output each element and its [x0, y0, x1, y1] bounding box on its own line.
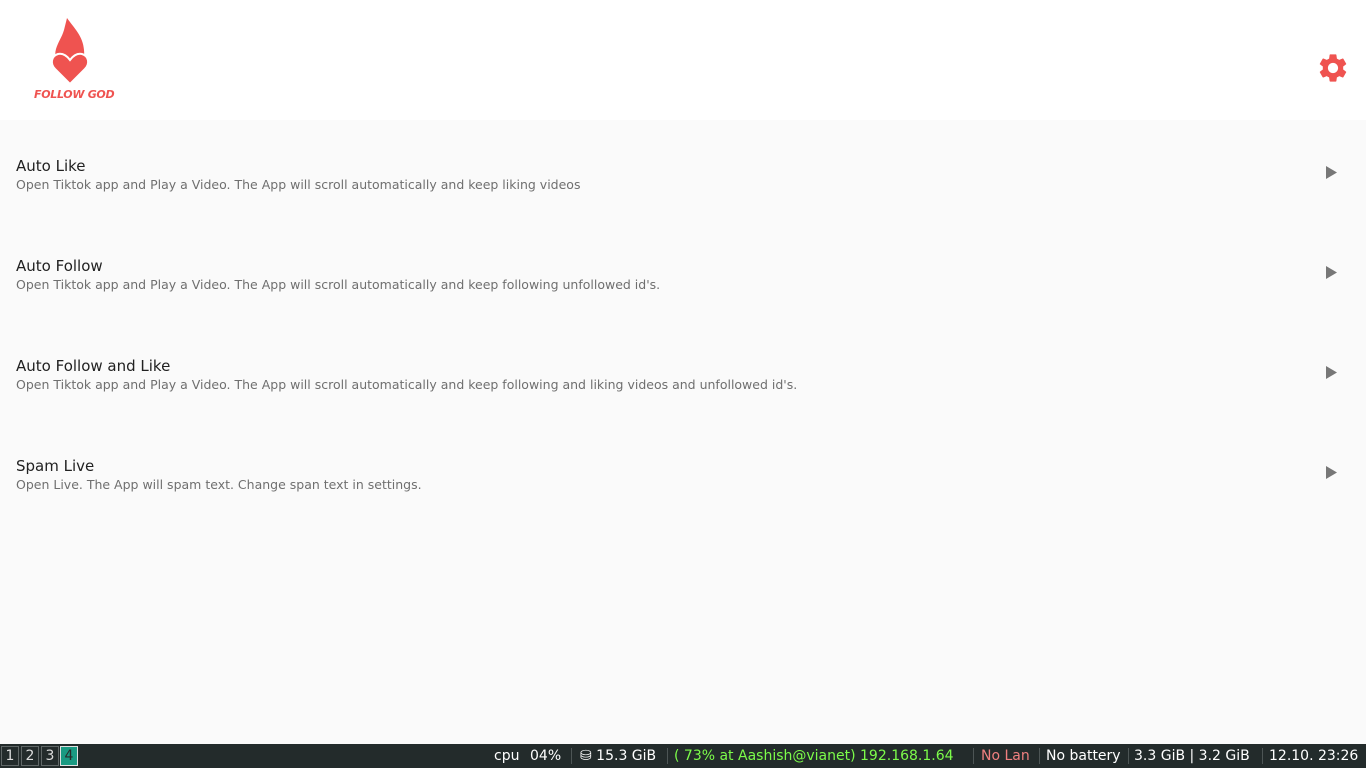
play-arrow-icon[interactable] [1325, 466, 1337, 479]
app-header: FOLLOW GOD [0, 0, 1366, 120]
feature-item-auto-like[interactable]: Auto Like Open Tiktok app and Play a Vid… [0, 120, 1366, 220]
feature-description: Open Tiktok app and Play a Video. The Ap… [16, 377, 798, 392]
wifi-status: ( 73% at Aashish@vianet) 192.168.1.64 [674, 748, 954, 764]
feature-description: Open Tiktok app and Play a Video. The Ap… [16, 277, 661, 292]
feature-list: Auto Like Open Tiktok app and Play a Vid… [0, 120, 1366, 520]
clock: 12.10. 23:26 [1269, 748, 1359, 764]
app-logo: FOLLOW GOD [34, 18, 115, 104]
cpu-label: cpu [494, 748, 520, 764]
logo-text: FOLLOW GOD [34, 88, 115, 101]
workspace-3-button[interactable]: 3 [41, 746, 59, 766]
workspace-1-button[interactable]: 1 [1, 746, 19, 766]
workspace-4-button[interactable]: 4 [60, 746, 78, 766]
cpu-usage: 04% [530, 748, 562, 764]
flame-heart-icon [50, 18, 90, 86]
taskbar-separator [667, 748, 668, 764]
play-arrow-icon[interactable] [1325, 166, 1337, 179]
settings-button[interactable] [1316, 51, 1350, 85]
feature-title: Auto Follow [16, 257, 103, 275]
system-taskbar: 1 2 3 4 cpu 04% ⛁ 15.3 GiB ( 73% at Aash… [0, 744, 1366, 768]
feature-item-auto-follow-and-like[interactable]: Auto Follow and Like Open Tiktok app and… [0, 320, 1366, 420]
memory-usage: 3.3 GiB | 3.2 GiB [1134, 748, 1250, 764]
workspace-2-button[interactable]: 2 [21, 746, 39, 766]
feature-description: Open Live. The App will spam text. Chang… [16, 477, 422, 492]
taskbar-separator [1262, 748, 1263, 764]
feature-item-auto-follow[interactable]: Auto Follow Open Tiktok app and Play a V… [0, 220, 1366, 320]
disk-usage: ⛁ 15.3 GiB [580, 748, 657, 764]
play-arrow-icon[interactable] [1325, 266, 1337, 279]
taskbar-separator [571, 748, 572, 764]
feature-title: Spam Live [16, 457, 95, 475]
feature-title: Auto Follow and Like [16, 357, 171, 375]
feature-item-spam-live[interactable]: Spam Live Open Live. The App will spam t… [0, 420, 1366, 520]
taskbar-separator [973, 748, 974, 764]
feature-description: Open Tiktok app and Play a Video. The Ap… [16, 177, 581, 192]
gear-icon [1319, 54, 1347, 82]
battery-status: No battery [1046, 748, 1121, 764]
feature-title: Auto Like [16, 157, 86, 175]
taskbar-separator [1039, 748, 1040, 764]
lan-status: No Lan [981, 748, 1030, 764]
taskbar-separator [1128, 748, 1129, 764]
play-arrow-icon[interactable] [1325, 366, 1337, 379]
